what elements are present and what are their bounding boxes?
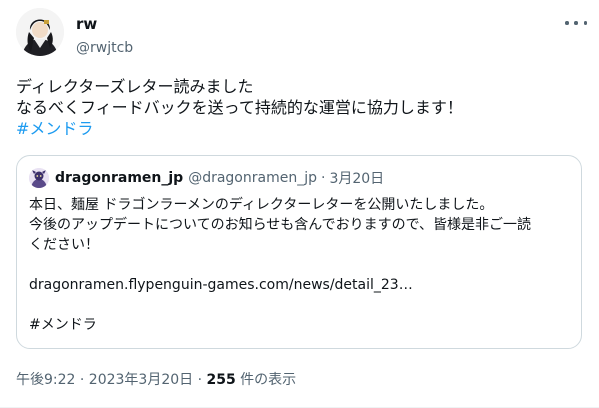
quoted-avatar [29, 168, 49, 188]
avatar[interactable] [16, 8, 64, 56]
quoted-body-line: 今後のアップデートについてのお知らせも含んでおりますので、皆様是非ご一読 [29, 217, 532, 233]
quoted-link-text: dragonramen.flypenguin-games.com/news/de… [29, 277, 413, 293]
quoted-hashtag-text: #メンドラ [29, 317, 97, 333]
meta-separator: · [193, 372, 207, 388]
quoted-tweet-body: 本日、麺屋 ドラゴンラーメンのディレクターレターを公開いたしました。 今後のアッ… [29, 195, 574, 335]
tweet-meta: 午後9:22 · 2023年3月20日 · 255 件の表示 [16, 369, 296, 389]
author-handle[interactable]: @rwjtcb [76, 38, 133, 58]
avatar-illustration [16, 8, 64, 56]
more-dot [565, 21, 569, 25]
more-dot [583, 21, 587, 25]
tweet-text-line: なるべくフィードバックを送って持続的な運営に協力します！ [16, 98, 463, 117]
hashtag-link[interactable]: #メンドラ [16, 119, 93, 138]
author-info: rw @rwjtcb [76, 14, 133, 58]
tweet-text: ディレクターズレター読みました なるべくフィードバックを送って持続的な運営に協力… [16, 76, 586, 139]
views-label: 件の表示 [235, 372, 297, 388]
quoted-tweet-header: dragonramen_jp @dragonramen_jp · 3月20日 [29, 168, 384, 188]
more-options-icon[interactable] [565, 16, 587, 30]
quoted-avatar-illustration [29, 168, 49, 188]
quoted-date[interactable]: 3月20日 [329, 168, 384, 188]
quoted-body-blank [29, 255, 574, 275]
quoted-separator: · [321, 170, 326, 186]
quoted-body-blank [29, 295, 574, 315]
quoted-author-display-name[interactable]: dragonramen_jp [55, 170, 183, 186]
quoted-author-handle[interactable]: @dragonramen_jp [188, 170, 317, 186]
tweet-text-line: ディレクターズレター読みました [16, 77, 254, 96]
timestamp[interactable]: 午後9:22 · 2023年3月20日 [16, 372, 193, 388]
author-display-name[interactable]: rw [76, 14, 133, 34]
quoted-body-line: ください！ [29, 237, 99, 253]
quoted-body-line: 本日、麺屋 ドラゴンラーメンのディレクターレターを公開いたしました。 [29, 197, 494, 213]
more-dot [574, 21, 578, 25]
views-count[interactable]: 255 [207, 372, 236, 388]
quoted-tweet[interactable]: dragonramen_jp @dragonramen_jp · 3月20日 本… [16, 155, 582, 349]
